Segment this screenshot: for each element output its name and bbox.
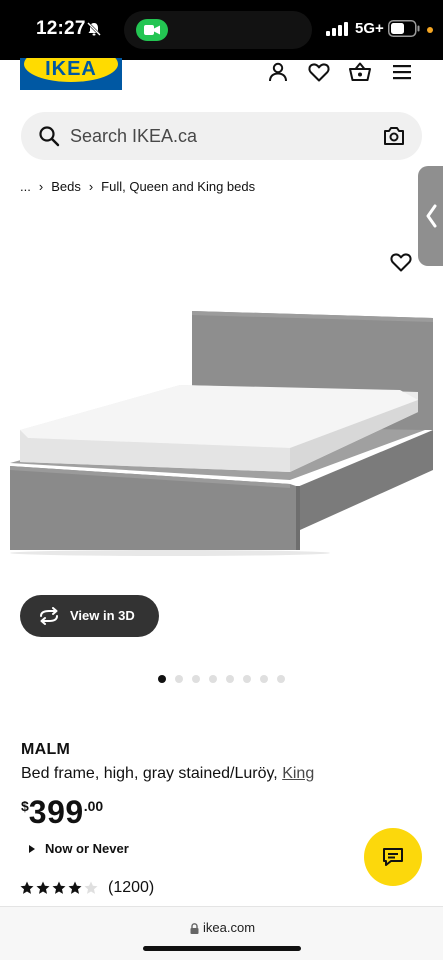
chevron-right-icon: ›	[38, 179, 44, 194]
side-panel-tab[interactable]	[418, 166, 443, 266]
carousel-dot[interactable]	[209, 675, 217, 683]
product-rating[interactable]: (1200)	[20, 879, 154, 897]
video-camera-icon	[144, 25, 160, 35]
star-empty-icon	[84, 881, 98, 894]
product-description-text: Bed frame, high, gray stained/Luröy,	[21, 765, 278, 782]
ikea-logo[interactable]: IKEA	[20, 58, 122, 90]
user-icon[interactable]	[266, 60, 290, 84]
size-link[interactable]: King	[282, 765, 314, 782]
status-time: 12:27	[36, 18, 86, 39]
home-indicator[interactable]	[143, 946, 301, 951]
carousel-dot[interactable]	[226, 675, 234, 683]
heart-icon[interactable]	[307, 60, 331, 84]
view-in-3d-label: View in 3D	[70, 608, 135, 623]
carousel-dot[interactable]	[175, 675, 183, 683]
carousel-dot[interactable]	[243, 675, 251, 683]
breadcrumb-beds[interactable]: Beds	[51, 179, 81, 194]
chevron-right-icon: ›	[88, 179, 94, 194]
facetime-indicator	[136, 19, 168, 41]
product-description: Bed frame, high, gray stained/Luröy, Kin…	[21, 765, 314, 783]
price-decimal: .00	[83, 798, 104, 814]
rotate-3d-icon	[40, 607, 58, 625]
star-filled-icon	[20, 881, 34, 894]
search-input[interactable]	[70, 112, 370, 160]
carousel-dot[interactable]	[192, 675, 200, 683]
browser-address-bar[interactable]: ikea.com	[0, 906, 443, 960]
url-text: ikea.com	[203, 920, 256, 935]
chat-button[interactable]	[364, 828, 422, 886]
favourite-heart-icon[interactable]	[389, 250, 413, 274]
breadcrumb-ellipsis[interactable]: ...	[20, 179, 31, 194]
chat-icon	[383, 848, 403, 866]
search-icon	[39, 126, 60, 147]
signal-icon	[326, 22, 348, 36]
basket-icon[interactable]	[348, 60, 372, 84]
carousel-dot[interactable]	[277, 675, 285, 683]
logo-text: IKEA	[45, 58, 97, 80]
status-bar: 12:27 5G+	[0, 0, 443, 60]
now-or-never-toggle[interactable]: Now or Never	[29, 841, 129, 856]
privacy-dot	[427, 27, 433, 33]
dynamic-island[interactable]	[124, 11, 312, 49]
breadcrumb-current[interactable]: Full, Queen and King beds	[101, 179, 255, 194]
product-name: MALM	[21, 741, 71, 758]
view-in-3d-button[interactable]: View in 3D	[20, 595, 159, 637]
star-filled-icon	[68, 881, 82, 894]
chevron-left-icon	[426, 204, 437, 228]
camera-search-icon[interactable]	[383, 125, 405, 147]
caret-right-icon	[29, 844, 35, 853]
image-carousel-dots	[158, 675, 285, 683]
menu-icon[interactable]	[390, 60, 414, 84]
rating-count: (1200)	[108, 879, 155, 896]
lock-icon	[190, 923, 199, 934]
battery-icon	[388, 20, 420, 37]
product-price: $ 399 .00	[21, 795, 103, 829]
carousel-dot[interactable]	[260, 675, 268, 683]
search-bar[interactable]	[21, 112, 422, 160]
breadcrumb: ... › Beds › Full, Queen and King beds	[20, 179, 255, 194]
network-type: 5G+	[355, 20, 384, 37]
star-filled-icon	[52, 881, 66, 894]
price-integer: 399	[28, 794, 84, 830]
now-or-never-label: Now or Never	[45, 841, 129, 856]
price-currency: $	[21, 798, 29, 814]
carousel-dot[interactable]	[158, 675, 166, 683]
silent-bell-icon	[87, 22, 101, 36]
star-filled-icon	[36, 881, 50, 894]
product-image-bed[interactable]	[0, 290, 443, 580]
